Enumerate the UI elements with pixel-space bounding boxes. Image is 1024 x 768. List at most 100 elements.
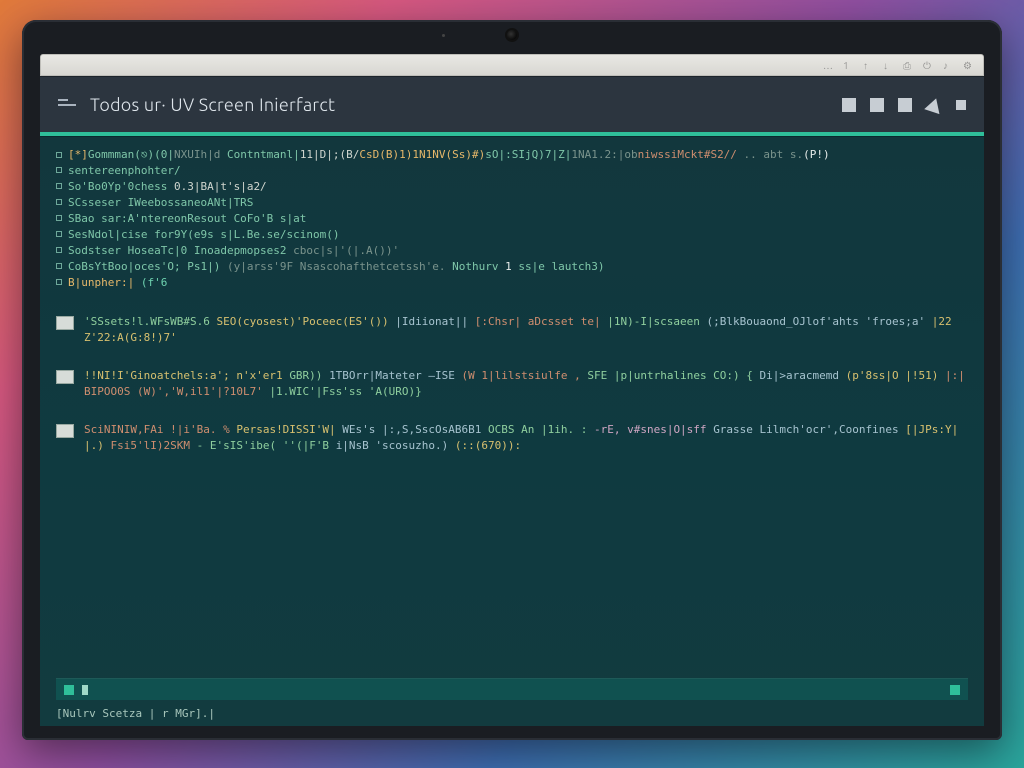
token: (p'8ss|O |!51) <box>846 369 945 382</box>
token: Gommman(⎋)(0| <box>88 148 174 161</box>
terminal-pane[interactable]: [*]Gommman(⎋)(0|NXUIh|d Contntmanl|11|D|… <box>40 136 984 726</box>
output-line: [*]Gommman(⎋)(0|NXUIh|d Contntmanl|11|D|… <box>56 147 968 163</box>
os-indicator-icon: 1 <box>843 60 853 70</box>
window-controls <box>842 98 966 112</box>
token: SFE |p|untrhalines CO:) { <box>581 369 760 382</box>
app-title: Todos ur· UV Screen Inierfarct <box>90 95 335 115</box>
token: (f'6 <box>141 276 168 289</box>
status-caret-icon <box>82 685 88 695</box>
token: 0.3|BA|t's|a2/ <box>174 180 267 193</box>
token: SCsseser IWeebossaneoANt|TRS <box>68 196 253 209</box>
os-indicator-icon: ⏻ <box>923 60 933 70</box>
token: SEO(cyosest)'Poceec(ES'()) <box>216 315 395 328</box>
token: Persas!DISSI'W| <box>236 423 342 436</box>
token: |Idiionat|| <box>395 315 474 328</box>
header-small-button[interactable] <box>956 100 966 110</box>
token: So'Bo0Yp'0chess <box>68 180 174 193</box>
token: OCBS An |1ih. : <box>488 423 594 436</box>
line-bullet-icon <box>56 279 62 285</box>
token: 1NA1.2:|ob <box>571 148 637 161</box>
mic-dot-icon <box>442 34 445 37</box>
token: Di|>aracmemd <box>760 369 846 382</box>
entry-chip-icon[interactable] <box>56 316 74 330</box>
token: (P!) <box>803 148 830 161</box>
token: - E'sIS'ibe( ''(|F'B <box>190 439 336 452</box>
token: -rE, v#snes|O|sff <box>594 423 713 436</box>
output-line: SBao sar:A'ntereonResout CoFo'B s|at <box>56 211 968 227</box>
output-line: SCsseser IWeebossaneoANt|TRS <box>56 195 968 211</box>
os-indicator-icon: ↓ <box>883 60 893 70</box>
token: sO|:SIjQ)7|Z| <box>485 148 571 161</box>
token: .. abt s. <box>737 148 803 161</box>
token: 1 <box>505 260 512 273</box>
list-item: 'SSsets!l.WFsWB#S.6 SEO(cyosest)'Poceec(… <box>56 312 968 348</box>
header-square-button[interactable] <box>842 98 856 112</box>
line-bullet-icon <box>56 152 62 158</box>
status-badge-icon <box>64 685 74 695</box>
line-bullet-icon <box>56 167 62 173</box>
output-line: sentereenphohter/ <box>56 163 968 179</box>
token: Contntmanl| <box>220 148 299 161</box>
header-arrow-button[interactable] <box>924 95 944 113</box>
status-right-badge-icon <box>950 685 960 695</box>
token: SciNINIW,FAi !|i'Ba. % <box>84 423 236 436</box>
top-output-block: [*]Gommman(⎋)(0|NXUIh|d Contntmanl|11|D|… <box>56 147 968 290</box>
entry-chip-icon[interactable] <box>56 370 74 384</box>
token: NXUIh|d <box>174 148 220 161</box>
entry-chip-icon[interactable] <box>56 424 74 438</box>
token: ss|e lautch3) <box>512 260 605 273</box>
list-item: SciNINIW,FAi !|i'Ba. % Persas!DISSI'W| W… <box>56 420 968 456</box>
token: [*] <box>68 148 88 161</box>
line-bullet-icon <box>56 199 62 205</box>
token: (y|arss'9F Nsascohafthetcetssh'e. <box>227 260 452 273</box>
line-bullet-icon <box>56 247 62 253</box>
token: i|NsB 'scosuzho.) <box>336 439 455 452</box>
menu-icon[interactable] <box>58 104 76 106</box>
token: cboc|s|'(|.A())' <box>293 244 399 257</box>
os-indicator-icon: ↑ <box>863 60 873 70</box>
token: [:Chsr| aDcsset te| <box>475 315 607 328</box>
token: niwssiMckt#S2// <box>638 148 737 161</box>
entry-text: SciNINIW,FAi !|i'Ba. % Persas!DISSI'W| W… <box>84 422 968 454</box>
output-line: Sodstser HoseaTc|0 Inoadepmopses2 cboc|s… <box>56 243 968 259</box>
os-indicator-icon: ⚙ <box>963 60 973 70</box>
list-item: !!NI!I'Ginoatchels:a'; n'x'er1 GBR)) 1TB… <box>56 366 968 402</box>
entry-text: 'SSsets!l.WFsWB#S.6 SEO(cyosest)'Poceec(… <box>84 314 968 346</box>
output-line: CoBsYtBoo|oces'O; Ps1|) (y|arss'9F Nsasc… <box>56 259 968 275</box>
app-header: Todos ur· UV Screen Inierfarct <box>40 76 984 132</box>
token: 1TBOrr|Mateter –ISE <box>329 369 461 382</box>
token: 11|D|;(B/ <box>300 148 360 161</box>
header-square-button[interactable] <box>898 98 912 112</box>
prompt-line: [Nulrv Scetza | r MGr].| <box>56 706 968 722</box>
line-bullet-icon <box>56 231 62 237</box>
token: CoBsYtBoo|oces'O; Ps1|) <box>68 260 227 273</box>
token: (::(670)): <box>455 439 521 452</box>
os-indicator-icon: … <box>823 60 833 70</box>
line-bullet-icon <box>56 215 62 221</box>
token: sentereenphohter/ <box>68 164 181 177</box>
token: (;BlkBouaond_OJlof'ahts 'froes;a' <box>707 315 932 328</box>
token: |1.WIC'|Fss'ss 'A(URO)} <box>263 385 422 398</box>
header-square-button[interactable] <box>870 98 884 112</box>
token: 'SSsets!l.WFsWB#S.6 <box>84 315 216 328</box>
output-line: SesNdol|cise for9Y(e9s s|L.Be.se/scinom(… <box>56 227 968 243</box>
os-indicator-icon: ♪ <box>943 60 953 70</box>
token: Nothurv <box>452 260 505 273</box>
token: CsD(B)1)1N1NV(Ss)#) <box>359 148 485 161</box>
camera-icon <box>507 30 517 40</box>
device-frame: … 1 ↑ ↓ ⎙ ⏻ ♪ ⚙ Todos ur· UV Screen Inie… <box>22 20 1002 740</box>
token: WEs's |:,S,SscOsAB6B1 <box>342 423 488 436</box>
entry-text: !!NI!I'Ginoatchels:a'; n'x'er1 GBR)) 1TB… <box>84 368 968 400</box>
token: GBR)) <box>289 369 329 382</box>
token: Grasse Lilmch'ocr',Coonfines <box>713 423 905 436</box>
token: Sodstser HoseaTc|0 Inoadepmopses2 <box>68 244 293 257</box>
token: !!NI!I'Ginoatchels:a'; n'x'er1 <box>84 369 289 382</box>
status-bar <box>56 678 968 700</box>
line-bullet-icon <box>56 263 62 269</box>
token: B|unpher:| <box>68 276 141 289</box>
output-line: So'Bo0Yp'0chess 0.3|BA|t's|a2/ <box>56 179 968 195</box>
app-window: Todos ur· UV Screen Inierfarct [*]Gommma… <box>40 76 984 726</box>
output-line: B|unpher:| (f'6 <box>56 275 968 291</box>
token: (W 1|lilstsiulfe , <box>462 369 581 382</box>
os-titlebar: … 1 ↑ ↓ ⎙ ⏻ ♪ ⚙ <box>40 54 984 76</box>
